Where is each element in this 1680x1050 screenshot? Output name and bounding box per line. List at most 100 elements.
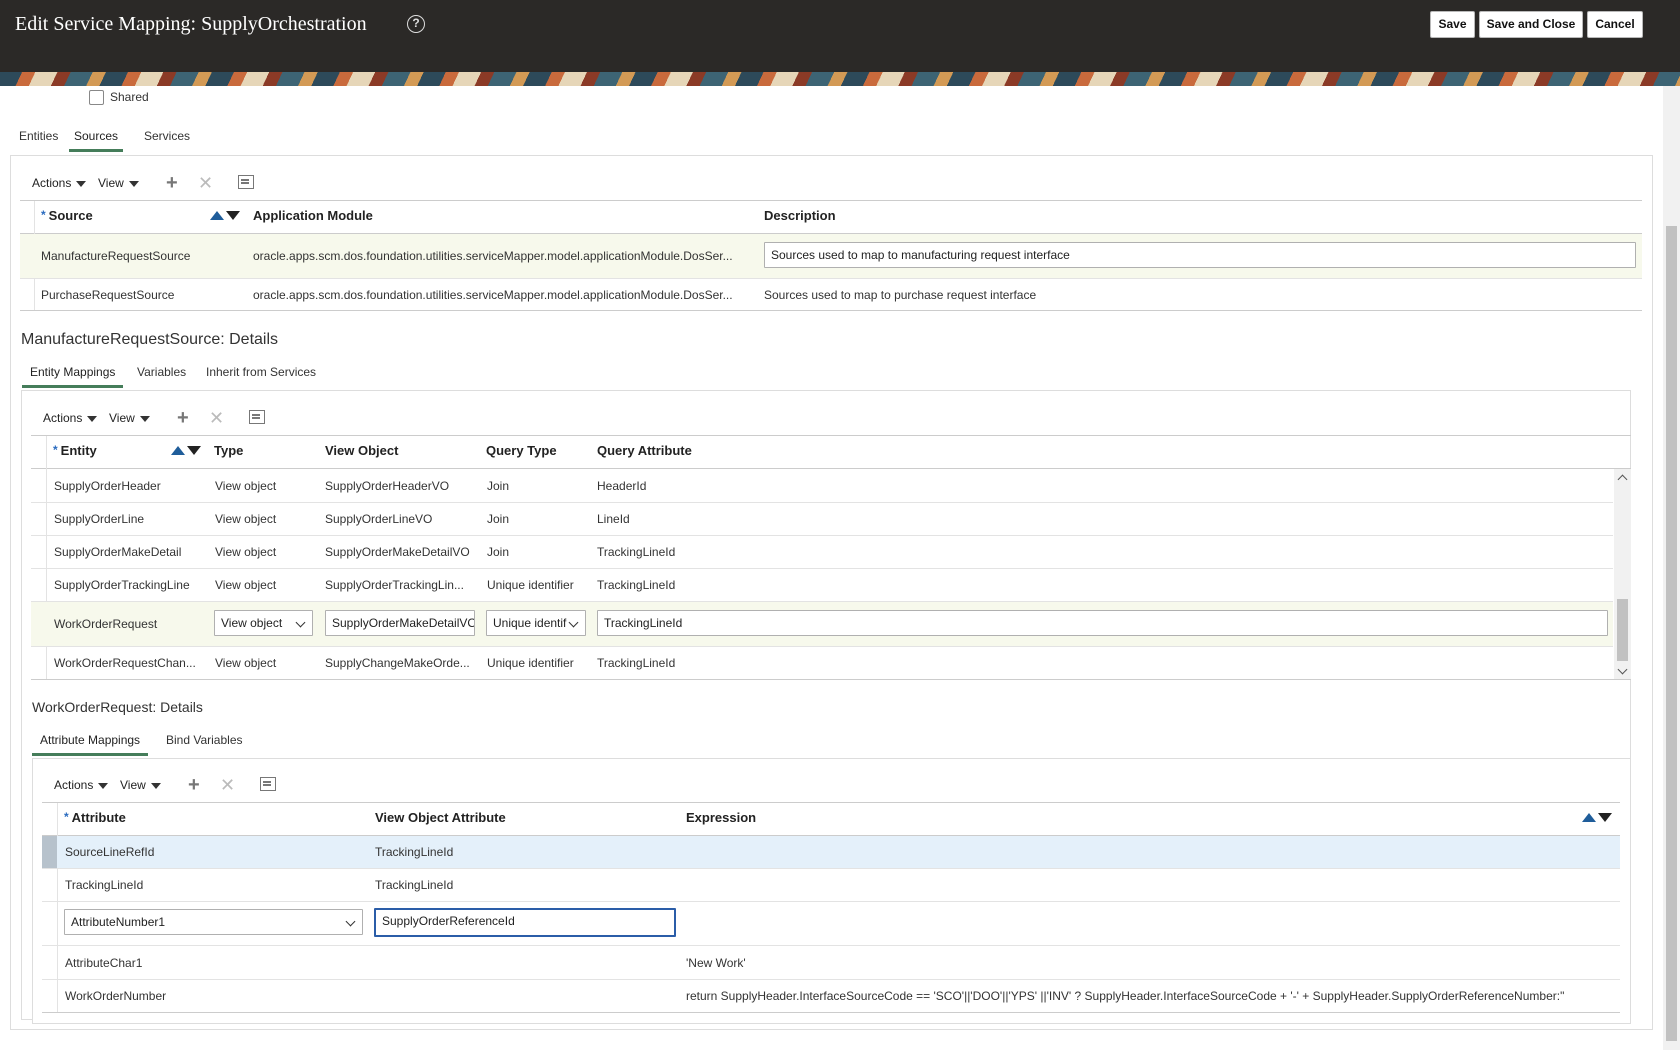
view-object-cell: SupplyOrderTrackingLin... — [325, 578, 464, 592]
column-header-query-attribute[interactable]: Query Attribute — [597, 443, 692, 458]
view-object-cell: SupplyChangeMakeOrde... — [325, 656, 470, 670]
column-header-description[interactable]: Description — [764, 208, 836, 223]
query-type-cell: Join — [487, 545, 510, 559]
query-type-cell: Join — [487, 512, 510, 526]
view-object-cell: SupplyOrderLineVO — [325, 512, 433, 526]
chevron-down-icon — [98, 782, 109, 789]
delete-icon[interactable]: ✕ — [198, 174, 213, 192]
query-attribute-input[interactable]: TrackingLineId — [597, 610, 1608, 636]
source-cell: PurchaseRequestSource — [41, 288, 175, 302]
row-selector[interactable] — [42, 836, 57, 868]
view-object-cell: SupplyOrderHeaderVO — [325, 479, 450, 493]
attribute-cell: WorkOrderNumber — [65, 989, 167, 1003]
save-button[interactable]: Save — [1430, 11, 1475, 38]
chevron-down-icon — [76, 180, 87, 187]
decorative-banner — [0, 72, 1680, 86]
actions-label: Actions — [54, 778, 94, 792]
type-cell: View object — [215, 545, 277, 559]
tab-inherit-from-services[interactable]: Inherit from Services — [206, 365, 316, 385]
add-icon[interactable]: + — [177, 408, 189, 428]
chevron-down-icon — [128, 180, 139, 187]
page-scrollbar[interactable] — [1663, 86, 1680, 1050]
page-title: Edit Service Mapping: SupplyOrchestratio… — [15, 13, 367, 35]
expression-cell: return SupplyHeader.InterfaceSourceCode … — [686, 989, 1565, 1003]
type-cell: View object — [215, 512, 277, 526]
entity-cell: SupplyOrderHeader — [54, 479, 161, 493]
freeze-icon[interactable] — [249, 410, 265, 424]
help-icon[interactable]: ? — [407, 15, 425, 33]
query-type-select[interactable]: Unique identif — [486, 610, 586, 636]
tab-attribute-mappings[interactable]: Attribute Mappings — [32, 733, 149, 756]
view-menu[interactable]: View — [109, 411, 150, 425]
attribute-cell: TrackingLineId — [65, 878, 144, 892]
query-type-cell: Unique identifier — [487, 578, 574, 592]
query-attribute-cell: LineId — [597, 512, 630, 526]
delete-icon[interactable]: ✕ — [220, 776, 235, 794]
view-label: View — [120, 778, 146, 792]
page-header: Edit Service Mapping: SupplyOrchestratio… — [0, 0, 1680, 72]
column-header-type[interactable]: Type — [214, 443, 243, 458]
actions-label: Actions — [32, 176, 72, 190]
view-object-cell: SupplyOrderMakeDetailVO — [325, 545, 470, 559]
delete-icon[interactable]: ✕ — [209, 409, 224, 427]
entity-cell: WorkOrderRequest — [54, 617, 158, 631]
tab-bind-variables[interactable]: Bind Variables — [166, 733, 243, 753]
column-header-attribute[interactable]: * Attribute — [64, 810, 126, 825]
vo-attribute-cell: TrackingLineId — [375, 845, 454, 859]
query-type-cell: Join — [487, 479, 510, 493]
chevron-down-icon — [139, 415, 150, 422]
entity-details-title: WorkOrderRequest: Details — [32, 699, 203, 715]
column-header-expression[interactable]: Expression — [686, 810, 756, 825]
entity-table-scrollbar[interactable] — [1614, 469, 1631, 679]
freeze-icon[interactable] — [238, 175, 254, 189]
column-header-entity[interactable]: * Entity — [53, 443, 97, 458]
chevron-down-icon — [150, 782, 161, 789]
column-header-source[interactable]: * Source — [41, 208, 93, 223]
actions-menu[interactable]: Actions — [43, 411, 98, 425]
tab-entities[interactable]: Entities — [19, 129, 58, 149]
query-attribute-cell: TrackingLineId — [597, 656, 676, 670]
save-and-close-button[interactable]: Save and Close — [1479, 11, 1583, 38]
tab-variables[interactable]: Variables — [137, 365, 186, 385]
entity-cell: SupplyOrderMakeDetail — [54, 545, 182, 559]
query-attribute-cell: HeaderId — [597, 479, 647, 493]
view-object-input[interactable]: SupplyOrderMakeDetailVO — [325, 610, 475, 636]
column-header-query-type[interactable]: Query Type — [486, 443, 557, 458]
actions-label: Actions — [43, 411, 83, 425]
tab-entity-mappings[interactable]: Entity Mappings — [22, 365, 124, 388]
scroll-up-icon[interactable] — [1617, 474, 1628, 485]
tab-sources[interactable]: Sources — [69, 129, 124, 152]
chevron-down-icon — [87, 415, 98, 422]
view-menu[interactable]: View — [120, 778, 161, 792]
cancel-button[interactable]: Cancel — [1587, 11, 1643, 38]
add-icon[interactable]: + — [166, 173, 178, 193]
expression-cell: 'New Work' — [686, 956, 746, 970]
actions-menu[interactable]: Actions — [54, 778, 109, 792]
view-label: View — [109, 411, 135, 425]
entity-cell: SupplyOrderLine — [54, 512, 145, 526]
actions-menu[interactable]: Actions — [32, 176, 87, 190]
type-cell: View object — [215, 479, 277, 493]
entity-cell: WorkOrderRequestChan... — [54, 656, 196, 670]
query-type-cell: Unique identifier — [487, 656, 574, 670]
shared-label: Shared — [110, 90, 149, 104]
vo-attribute-cell: TrackingLineId — [375, 878, 454, 892]
attribute-select[interactable]: AttributeNumber1 — [64, 909, 363, 935]
column-header-application-module[interactable]: Application Module — [253, 208, 373, 223]
column-header-view-object-attribute[interactable]: View Object Attribute — [375, 810, 506, 825]
column-header-view-object[interactable]: View Object — [325, 443, 398, 458]
query-attribute-cell: TrackingLineId — [597, 545, 676, 559]
module-cell: oracle.apps.scm.dos.foundation.utilities… — [253, 288, 733, 302]
attribute-cell: SourceLineRefId — [65, 845, 155, 859]
vo-attribute-input[interactable]: SupplyOrderReferenceId — [374, 908, 676, 937]
shared-checkbox[interactable] — [89, 90, 104, 105]
type-select[interactable]: View object — [214, 610, 313, 636]
view-label: View — [98, 176, 124, 190]
freeze-icon[interactable] — [260, 777, 276, 791]
add-icon[interactable]: + — [188, 775, 200, 795]
view-menu[interactable]: View — [98, 176, 139, 190]
description-input[interactable]: Sources used to map to manufacturing req… — [764, 242, 1636, 268]
attribute-cell: AttributeChar1 — [65, 956, 143, 970]
tab-services[interactable]: Services — [144, 129, 190, 149]
scroll-down-icon[interactable] — [1617, 664, 1628, 675]
